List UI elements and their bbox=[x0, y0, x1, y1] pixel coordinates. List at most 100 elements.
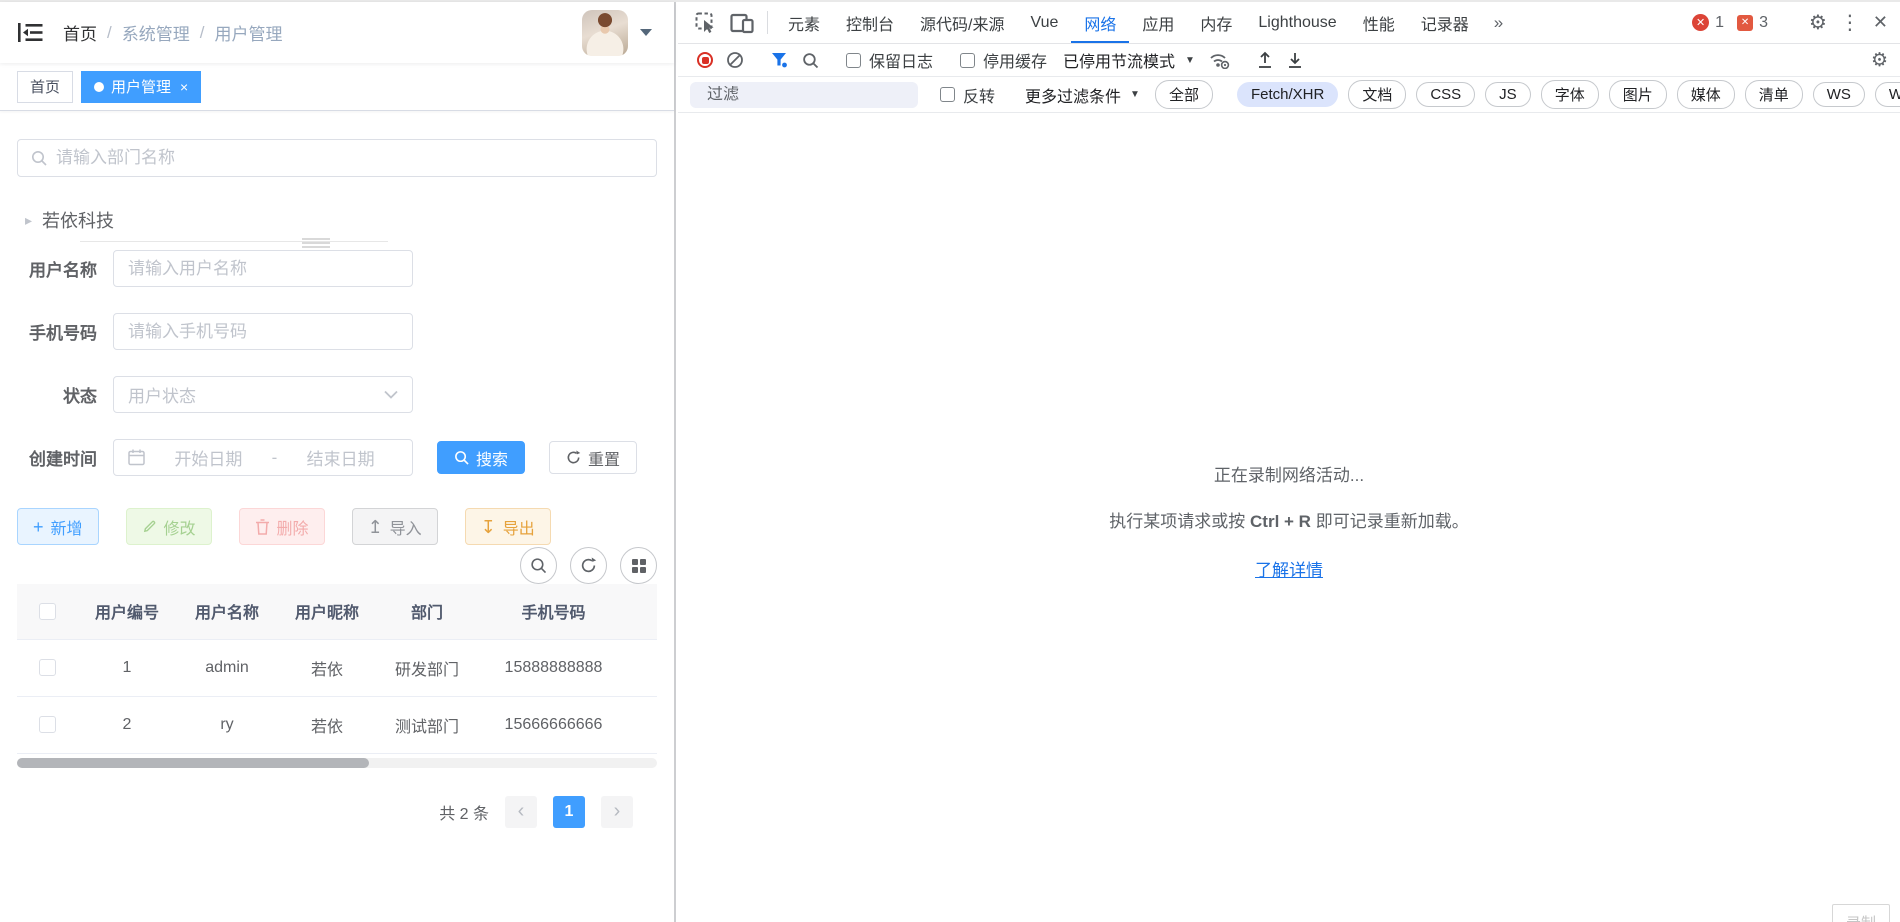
delete-button[interactable]: 删除 bbox=[238, 508, 325, 545]
preserve-log-checkbox[interactable]: 保留日志 bbox=[846, 48, 933, 72]
network-filter-bar: 反转 更多过滤条件 ▼ 全部 Fetch/XHR 文档 CSS JS 字体 图片… bbox=[678, 77, 1900, 113]
clear-network-icon[interactable] bbox=[720, 47, 750, 73]
phone-input[interactable] bbox=[128, 321, 398, 342]
filter-chip-ws[interactable]: WS bbox=[1812, 82, 1865, 107]
status-placeholder: 用户状态 bbox=[128, 387, 196, 406]
filter-toggle-icon[interactable] bbox=[765, 47, 795, 73]
prev-page-button[interactable]: ‹ bbox=[505, 795, 537, 828]
filter-chip-wasm[interactable]: Wasm bbox=[1874, 82, 1900, 107]
dept-tree-node[interactable]: ▸ 若依科技 bbox=[17, 209, 657, 231]
tab-elements[interactable]: 元素 bbox=[775, 2, 833, 43]
tab-recorder[interactable]: 记录器 bbox=[1408, 2, 1482, 43]
column-settings-button[interactable] bbox=[620, 547, 657, 584]
next-page-button[interactable]: › bbox=[601, 795, 633, 828]
cell-dept: 研发部门 bbox=[377, 639, 477, 697]
edit-button[interactable]: 修改 bbox=[125, 508, 212, 545]
dept-search-input[interactable] bbox=[56, 148, 643, 168]
filter-field[interactable] bbox=[690, 81, 918, 108]
row-checkbox[interactable] bbox=[38, 715, 56, 733]
current-page-button[interactable]: 1 bbox=[553, 795, 585, 828]
date-range-picker[interactable]: 开始日期 - 结束日期 bbox=[113, 439, 413, 476]
filter-chip-doc[interactable]: 文档 bbox=[1348, 80, 1407, 109]
breadcrumb-user: 用户管理 bbox=[214, 25, 283, 44]
column-header-nickname[interactable]: 用户昵称 bbox=[277, 584, 377, 640]
more-filters-dropdown[interactable]: 更多过滤条件 ▼ bbox=[1025, 83, 1140, 107]
invert-filter-checkbox[interactable]: 反转 bbox=[940, 83, 995, 107]
tab-console[interactable]: 控制台 bbox=[833, 2, 907, 43]
tree-expand-icon[interactable]: ▸ bbox=[25, 212, 32, 229]
partial-corner-button[interactable]: 录制 bbox=[1831, 904, 1890, 922]
issues-badge[interactable]: ✕ 3 bbox=[1737, 14, 1768, 32]
checkbox[interactable] bbox=[940, 87, 955, 102]
record-network-button[interactable] bbox=[690, 47, 720, 73]
form-row-username: 用户名称 bbox=[17, 250, 657, 287]
close-icon[interactable]: × bbox=[180, 79, 188, 95]
export-button[interactable]: ↧ 导出 bbox=[464, 508, 551, 545]
checkbox[interactable] bbox=[960, 52, 976, 68]
tab-vue[interactable]: Vue bbox=[1017, 2, 1071, 43]
column-header-dept[interactable]: 部门 bbox=[377, 584, 477, 640]
console-errors-badge[interactable]: ✕ 1 bbox=[1692, 14, 1724, 32]
search-button[interactable]: 搜索 bbox=[437, 441, 526, 474]
filter-chip-media[interactable]: 媒体 bbox=[1676, 80, 1735, 109]
filter-chip-fetch-xhr[interactable]: Fetch/XHR bbox=[1236, 82, 1339, 107]
select-all-checkbox[interactable] bbox=[38, 602, 56, 620]
tag-home[interactable]: 首页 bbox=[17, 70, 74, 103]
table-row[interactable]: 1 admin 若依 研发部门 15888888888 bbox=[17, 639, 657, 697]
splitter-drag-handle[interactable] bbox=[302, 238, 330, 250]
username-input[interactable] bbox=[128, 258, 398, 279]
table-row[interactable]: 2 ry 若依 测试部门 15666666666 bbox=[17, 696, 657, 754]
filter-chip-font[interactable]: 字体 bbox=[1540, 80, 1599, 109]
filter-chip-js[interactable]: JS bbox=[1485, 82, 1531, 107]
close-devtools-icon[interactable]: ✕ bbox=[1873, 12, 1888, 33]
column-header-phone[interactable]: 手机号码 bbox=[477, 584, 630, 640]
checkbox[interactable] bbox=[846, 52, 861, 68]
scrollbar-thumb[interactable] bbox=[17, 757, 369, 768]
more-tabs-icon[interactable]: » bbox=[1482, 2, 1515, 43]
settings-gear-icon[interactable]: ⚙ bbox=[1809, 10, 1827, 35]
sidebar-toggle-icon[interactable] bbox=[18, 22, 43, 43]
caret-down-icon: ▼ bbox=[1130, 89, 1140, 100]
row-checkbox[interactable] bbox=[38, 658, 56, 676]
search-network-icon[interactable] bbox=[795, 47, 825, 73]
reset-button[interactable]: 重置 bbox=[549, 441, 638, 474]
filter-chip-all[interactable]: 全部 bbox=[1154, 80, 1213, 109]
avatar[interactable] bbox=[582, 9, 628, 56]
filter-input[interactable] bbox=[707, 85, 914, 104]
network-settings-gear-icon[interactable]: ⚙ bbox=[1871, 49, 1888, 72]
date-end-placeholder[interactable]: 结束日期 bbox=[283, 445, 398, 470]
tab-network[interactable]: 网络 bbox=[1071, 2, 1129, 43]
tab-application[interactable]: 应用 bbox=[1129, 2, 1187, 43]
disable-cache-checkbox[interactable]: 停用缓存 bbox=[960, 48, 1047, 72]
user-menu[interactable] bbox=[582, 9, 652, 56]
device-toolbar-icon[interactable] bbox=[724, 2, 760, 43]
filter-chip-img[interactable]: 图片 bbox=[1608, 80, 1667, 109]
status-select[interactable]: 用户状态 bbox=[113, 376, 413, 413]
column-header-id[interactable]: 用户编号 bbox=[77, 584, 177, 640]
filter-chip-css[interactable]: CSS bbox=[1416, 82, 1476, 107]
tab-memory[interactable]: 内存 bbox=[1187, 2, 1245, 43]
import-har-icon[interactable] bbox=[1250, 47, 1280, 73]
date-start-placeholder[interactable]: 开始日期 bbox=[151, 445, 266, 470]
more-options-icon[interactable]: ⋮ bbox=[1840, 10, 1860, 35]
import-button[interactable]: ↥ 导入 bbox=[351, 508, 438, 545]
admin-content: ▸ 若依科技 用户名称 手机号码 bbox=[0, 139, 674, 828]
tab-performance[interactable]: 性能 bbox=[1350, 2, 1408, 43]
refresh-table-button[interactable] bbox=[570, 547, 607, 584]
filter-chip-manifest[interactable]: 清单 bbox=[1744, 80, 1803, 109]
learn-more-link[interactable]: 了解详情 bbox=[1255, 556, 1323, 581]
tab-lighthouse[interactable]: Lighthouse bbox=[1245, 2, 1349, 43]
throttling-select[interactable]: 已停用节流模式 ▼ bbox=[1063, 48, 1195, 72]
inspect-element-icon[interactable] bbox=[688, 2, 724, 43]
admin-navbar: 首页 / 系统管理 / 用户管理 bbox=[0, 2, 674, 63]
breadcrumb-home[interactable]: 首页 bbox=[63, 20, 97, 45]
dept-search-field[interactable] bbox=[17, 139, 657, 177]
column-header-username[interactable]: 用户名称 bbox=[177, 584, 277, 640]
tag-user-management[interactable]: 用户管理 × bbox=[81, 70, 202, 103]
tab-sources[interactable]: 源代码/来源 bbox=[907, 2, 1017, 43]
network-conditions-icon[interactable] bbox=[1205, 47, 1235, 73]
add-button[interactable]: + 新增 bbox=[17, 508, 99, 545]
tag-label: 用户管理 bbox=[111, 79, 172, 96]
export-har-icon[interactable] bbox=[1280, 47, 1310, 73]
show-search-toggle-button[interactable] bbox=[520, 547, 557, 584]
